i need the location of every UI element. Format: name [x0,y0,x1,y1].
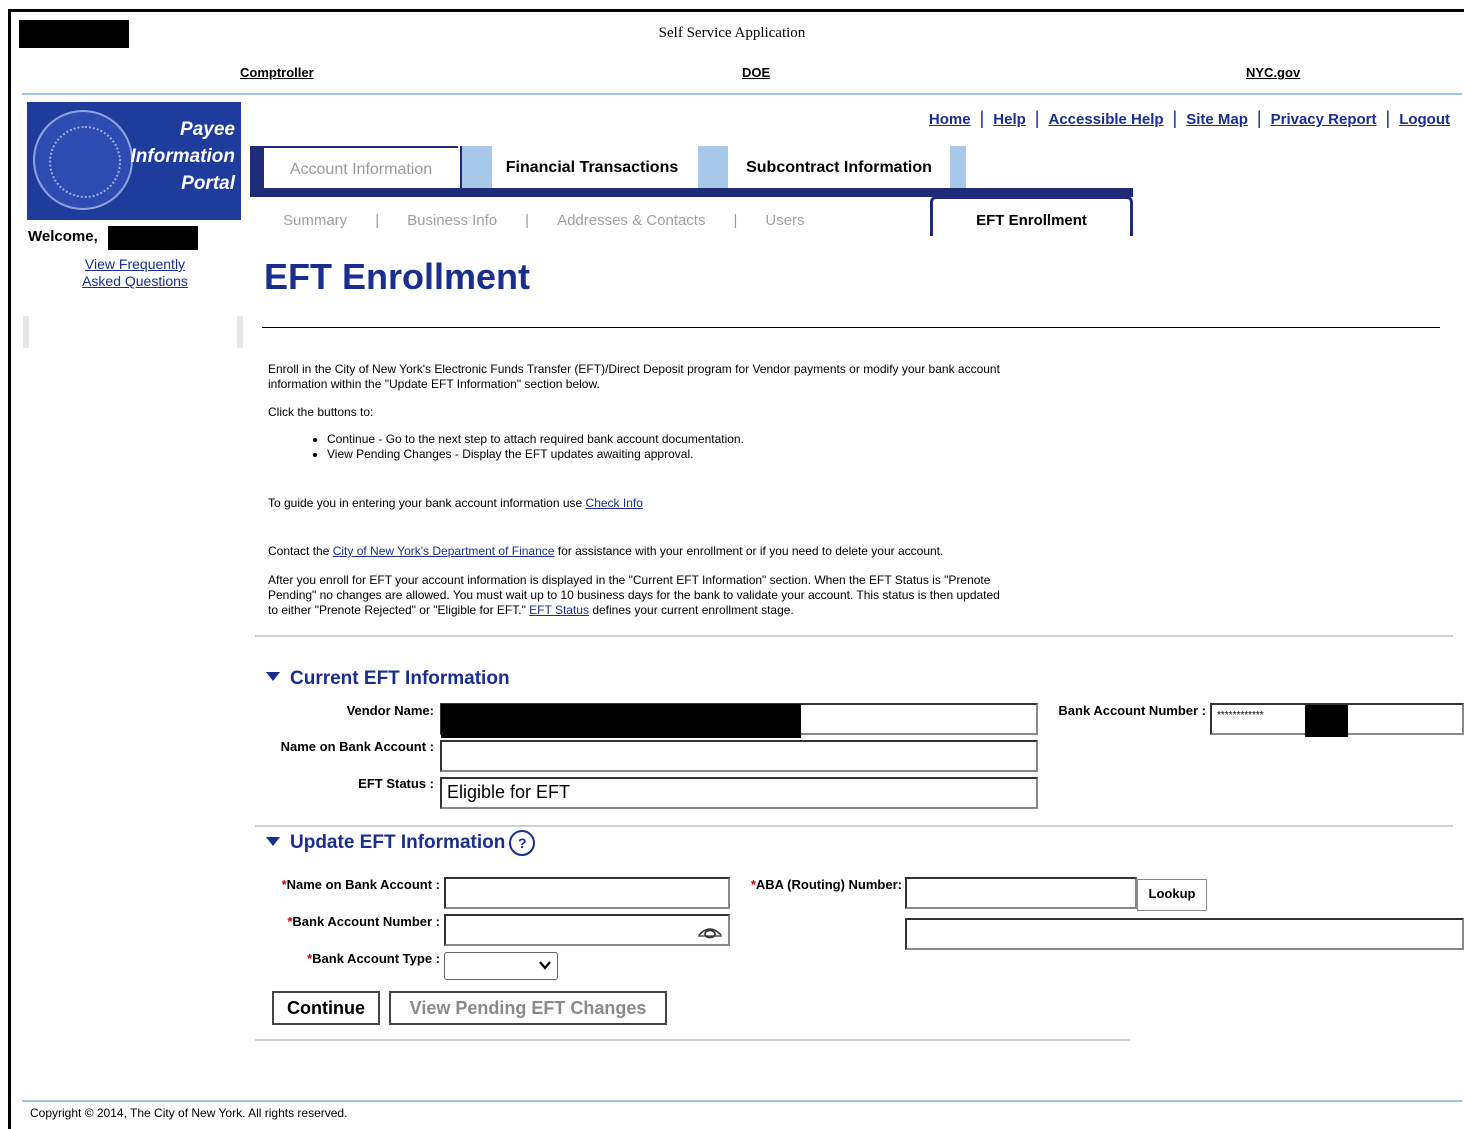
sidebar-edge-left [23,316,29,348]
nav-help[interactable]: Help [993,111,1026,128]
nav-separator: | [1034,108,1040,128]
eft-status-label: EFT Status : [358,776,434,791]
update-account-number-label: *Bank Account Number : [287,914,440,929]
portal-logo[interactable]: Payee Information Portal [27,102,241,220]
sidebar-edge-right [237,316,243,348]
welcome-label: Welcome, [28,228,98,245]
update-name-input[interactable] [444,877,730,909]
department-of-finance-link[interactable]: City of New York's Department of Finance [333,544,555,558]
nav-separator: | [1385,108,1391,128]
contact-text: Contact the City of New York's Departmen… [268,544,944,558]
nav-home[interactable]: Home [929,111,971,128]
copyright-text: Copyright © 2014, The City of New York. … [30,1106,348,1120]
faq-link-line2[interactable]: Asked Questions [82,273,188,289]
view-pending-eft-changes-button[interactable]: View Pending EFT Changes [389,991,667,1025]
update-eft-heading[interactable]: Update EFT Information? [266,830,536,856]
section-divider [255,635,1453,637]
subtab-separator: | [733,212,738,229]
redacted-vendor-name [441,704,801,738]
name-on-account-label: Name on Bank Account : [280,739,434,754]
page-title: EFT Enrollment [264,256,531,297]
tab-subcontract-information[interactable]: Subcontract Information [730,146,948,190]
collapse-triangle-icon [266,672,280,682]
faq-link[interactable]: View Frequently Asked Questions [60,256,210,290]
check-info-link[interactable]: Check Info [586,496,643,510]
update-account-type-label: *Bank Account Type : [307,951,440,966]
aba-routing-input[interactable] [905,877,1137,909]
nav-logout[interactable]: Logout [1399,111,1450,128]
main-tabs: Account Information Financial Transactio… [250,146,1135,192]
chevron-down-icon [539,961,551,970]
footer-divider [22,1100,1462,1102]
sub-tabs: Summary | Business Info | Addresses & Contac… [283,212,805,229]
eft-status-link[interactable]: EFT Status [529,603,589,617]
subtab-separator: | [525,212,530,229]
tab-divider [462,146,492,190]
current-eft-heading[interactable]: Current EFT Information [266,668,510,690]
logo-text: Payee Information Portal [130,119,236,194]
utility-nav: Home | Help | Accessible Help | Site Map | Priva… [929,108,1450,129]
comptroller-link[interactable]: Comptroller [240,65,314,80]
subtab-eft-enrollment[interactable]: EFT Enrollment [930,212,1133,229]
list-item: View Pending Changes - Display the EFT u… [327,447,744,462]
nav-privacy-report[interactable]: Privacy Report [1271,111,1377,128]
help-icon[interactable]: ? [509,830,536,856]
lookup-button[interactable]: Lookup [1137,879,1207,911]
tab-divider [950,146,966,190]
nav-accessible-help[interactable]: Accessible Help [1048,111,1163,128]
subtab-summary[interactable]: Summary [283,212,347,229]
title-divider [262,327,1440,328]
nav-separator: | [979,108,985,128]
section-divider [255,1039,1130,1041]
name-on-account-field [440,740,1038,772]
bank-name-field [905,918,1464,950]
eft-status-field: Eligible for EFT [440,777,1038,809]
subtab-users[interactable]: Users [765,212,804,229]
subtab-addresses-contacts[interactable]: Addresses & Contacts [557,212,705,229]
instruction-list: Continue - Go to the next step to attach… [310,432,744,462]
section-divider [255,825,1453,827]
continue-button[interactable]: Continue [272,991,380,1025]
tab-account-information[interactable]: Account Information [250,146,458,192]
update-name-label: *Name on Bank Account : [281,877,440,892]
update-account-number-input[interactable] [444,914,730,946]
bank-account-number-label: Bank Account Number : [1058,703,1206,718]
guide-text: To guide you in entering your bank accou… [268,496,643,510]
nav-separator: | [1172,108,1178,128]
faq-link-line1[interactable]: View Frequently [85,256,185,272]
list-item: Continue - Go to the next step to attach… [327,432,744,447]
nyc-seal-icon [33,110,133,210]
eye-icon[interactable] [698,923,722,939]
intro-text: Enroll in the City of New York's Electro… [268,362,1000,391]
click-text: Click the buttons to: [268,405,374,419]
collapse-triangle-icon [266,836,280,846]
aba-routing-label: *ABA (Routing) Number: [750,877,902,892]
nycgov-link[interactable]: NYC.gov [1246,65,1300,80]
nav-site-map[interactable]: Site Map [1186,111,1248,128]
redacted-account-digits [1305,705,1348,737]
subtab-business-info[interactable]: Business Info [407,212,497,229]
tab-divider [698,146,728,190]
account-type-select[interactable] [444,952,558,980]
nav-separator: | [1256,108,1262,128]
tab-financial-transactions[interactable]: Financial Transactions [492,146,692,190]
redacted-username [108,226,198,250]
app-title: Self Service Application [658,25,806,41]
subtab-separator: | [375,212,380,229]
header-divider [22,93,1462,95]
vendor-name-label: Vendor Name: [346,703,434,718]
doe-link[interactable]: DOE [742,65,770,80]
after-enroll-text: After you enroll for EFT your account in… [268,573,1000,617]
